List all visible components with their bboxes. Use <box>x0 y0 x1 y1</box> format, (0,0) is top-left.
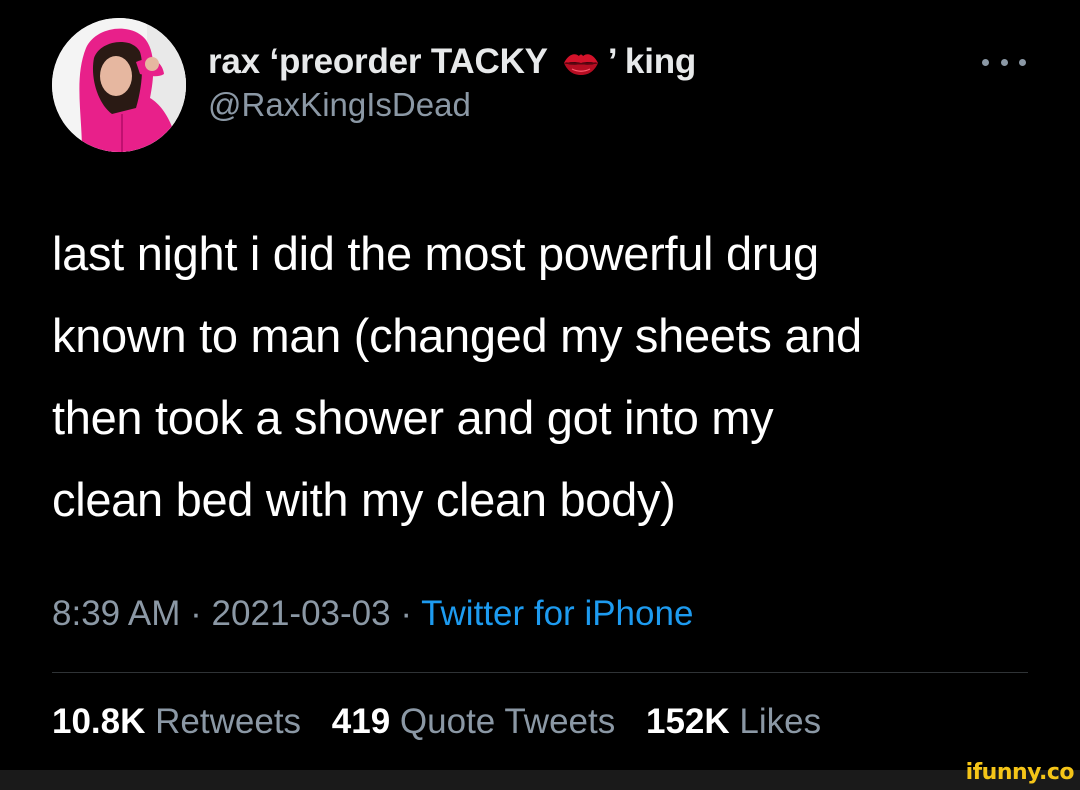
lips-kiss-icon <box>562 47 600 77</box>
tweet-text-line: known to man (changed my sheets and <box>52 309 862 362</box>
avatar[interactable] <box>52 18 186 152</box>
display-name-suffix: ’ king <box>607 42 697 81</box>
more-horizontal-icon[interactable] <box>982 52 1026 72</box>
tweet-text-line: clean bed with my clean body) <box>52 473 676 526</box>
watermark-bar <box>0 770 1080 790</box>
author-handle[interactable]: @RaxKingIsDead <box>208 86 471 124</box>
tweet-text-line: last night i did the most powerful drug <box>52 227 819 280</box>
divider <box>52 672 1028 673</box>
avatar-photo <box>52 18 186 152</box>
tweet-stats: 10.8K Retweets 419 Quote Tweets 152K Lik… <box>52 702 842 742</box>
likes-count: 152K <box>645 702 730 741</box>
tweet-text: last night i did the most powerful drug … <box>52 213 1042 541</box>
retweets-stat[interactable]: 10.8K Retweets <box>52 702 301 742</box>
display-name-prefix: rax ‘preorder TACKY <box>208 42 548 81</box>
retweets-label: Retweets <box>155 702 302 741</box>
quote-tweets-label: Quote Tweets <box>399 702 616 741</box>
retweets-count: 10.8K <box>52 702 146 741</box>
quote-tweets-stat[interactable]: 419 Quote Tweets <box>332 702 615 742</box>
more-dot <box>982 58 989 66</box>
quote-tweets-count: 419 <box>331 702 391 741</box>
tweet-source-link[interactable]: Twitter for iPhone <box>421 594 693 633</box>
more-dot <box>1019 58 1026 66</box>
tweet-time[interactable]: 8:39 AM <box>52 594 180 633</box>
tweet-text-line: then took a shower and got into my <box>52 391 774 444</box>
likes-label: Likes <box>739 702 822 741</box>
tweet-card: rax ‘preorder TACKY ’ king @RaxKingIsDea… <box>0 0 1080 770</box>
meta-separator: · <box>400 594 412 633</box>
tweet-meta: 8:39 AM · 2021-03-03 · Twitter for iPhon… <box>52 594 693 634</box>
likes-stat[interactable]: 152K Likes <box>646 702 821 742</box>
tweet-date[interactable]: 2021-03-03 <box>212 594 391 633</box>
more-dot <box>1000 58 1008 66</box>
meta-separator: · <box>190 594 202 633</box>
ifunny-watermark: ifunny.co <box>965 760 1075 785</box>
author-display-name[interactable]: rax ‘preorder TACKY ’ king <box>208 40 696 84</box>
